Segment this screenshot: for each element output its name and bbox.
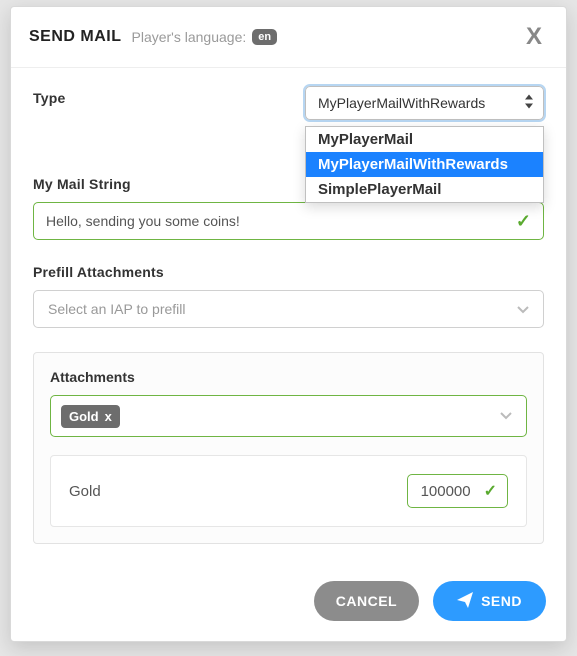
type-select-value: MyPlayerMailWithRewards (318, 95, 485, 111)
dialog-header: SEND MAIL Player's language: en X (11, 7, 566, 68)
type-select[interactable]: MyPlayerMailWithRewards (305, 86, 544, 120)
validation-check-icon: ✓ (516, 211, 531, 232)
cancel-button-label: CANCEL (336, 593, 397, 609)
prefill-attachments-select[interactable]: Select an IAP to prefill (33, 290, 544, 328)
chevron-down-icon (517, 301, 529, 317)
select-sort-icon (525, 95, 533, 112)
paper-plane-icon (457, 592, 473, 611)
type-label: Type (33, 90, 65, 106)
attachment-quantity-field: ✓ (407, 474, 508, 508)
mail-string-value: Hello, sending you some coins! (46, 213, 240, 229)
type-option-simpleplayermail[interactable]: SimplePlayerMail (306, 177, 543, 202)
send-button-label: SEND (481, 593, 522, 609)
player-language-label: Player's language: (132, 29, 247, 45)
remove-tag-button[interactable]: x (105, 409, 112, 424)
close-button[interactable]: X (520, 21, 548, 53)
cancel-button[interactable]: CANCEL (314, 581, 419, 621)
dialog-body: Type MyPlayerMailWithRewards MyPlayerMai… (11, 68, 566, 565)
type-option-myplayermailwithrewards[interactable]: MyPlayerMailWithRewards (306, 152, 543, 177)
attachment-row: Gold ✓ (50, 455, 527, 527)
send-mail-dialog: SEND MAIL Player's language: en X Type M… (10, 6, 567, 642)
dialog-title: SEND MAIL (29, 28, 122, 46)
attachment-tag-gold: Gold x (61, 405, 120, 428)
chevron-down-icon (500, 407, 512, 425)
type-dropdown-menu: MyPlayerMail MyPlayerMailWithRewards Sim… (305, 126, 544, 203)
type-option-myplayermail[interactable]: MyPlayerMail (306, 127, 543, 152)
type-field: Type MyPlayerMailWithRewards MyPlayerMai… (33, 86, 544, 120)
attachments-panel: Attachments Gold x Gold ✓ (33, 352, 544, 544)
mail-string-input[interactable]: Hello, sending you some coins! ✓ (33, 202, 544, 240)
attachment-quantity-input[interactable] (418, 483, 474, 500)
attachment-tag-label: Gold (69, 409, 99, 424)
send-button[interactable]: SEND (433, 581, 546, 621)
dialog-footer: CANCEL SEND (11, 565, 566, 641)
attachment-row-name: Gold (69, 483, 101, 500)
attachments-panel-label: Attachments (50, 369, 527, 385)
player-language-badge: en (252, 29, 277, 45)
prefill-attachments-field: Prefill Attachments Select an IAP to pre… (33, 264, 544, 328)
attachments-select[interactable]: Gold x (50, 395, 527, 437)
prefill-attachments-placeholder: Select an IAP to prefill (48, 301, 185, 317)
prefill-attachments-label: Prefill Attachments (33, 264, 544, 280)
validation-check-icon: ✓ (484, 481, 497, 501)
